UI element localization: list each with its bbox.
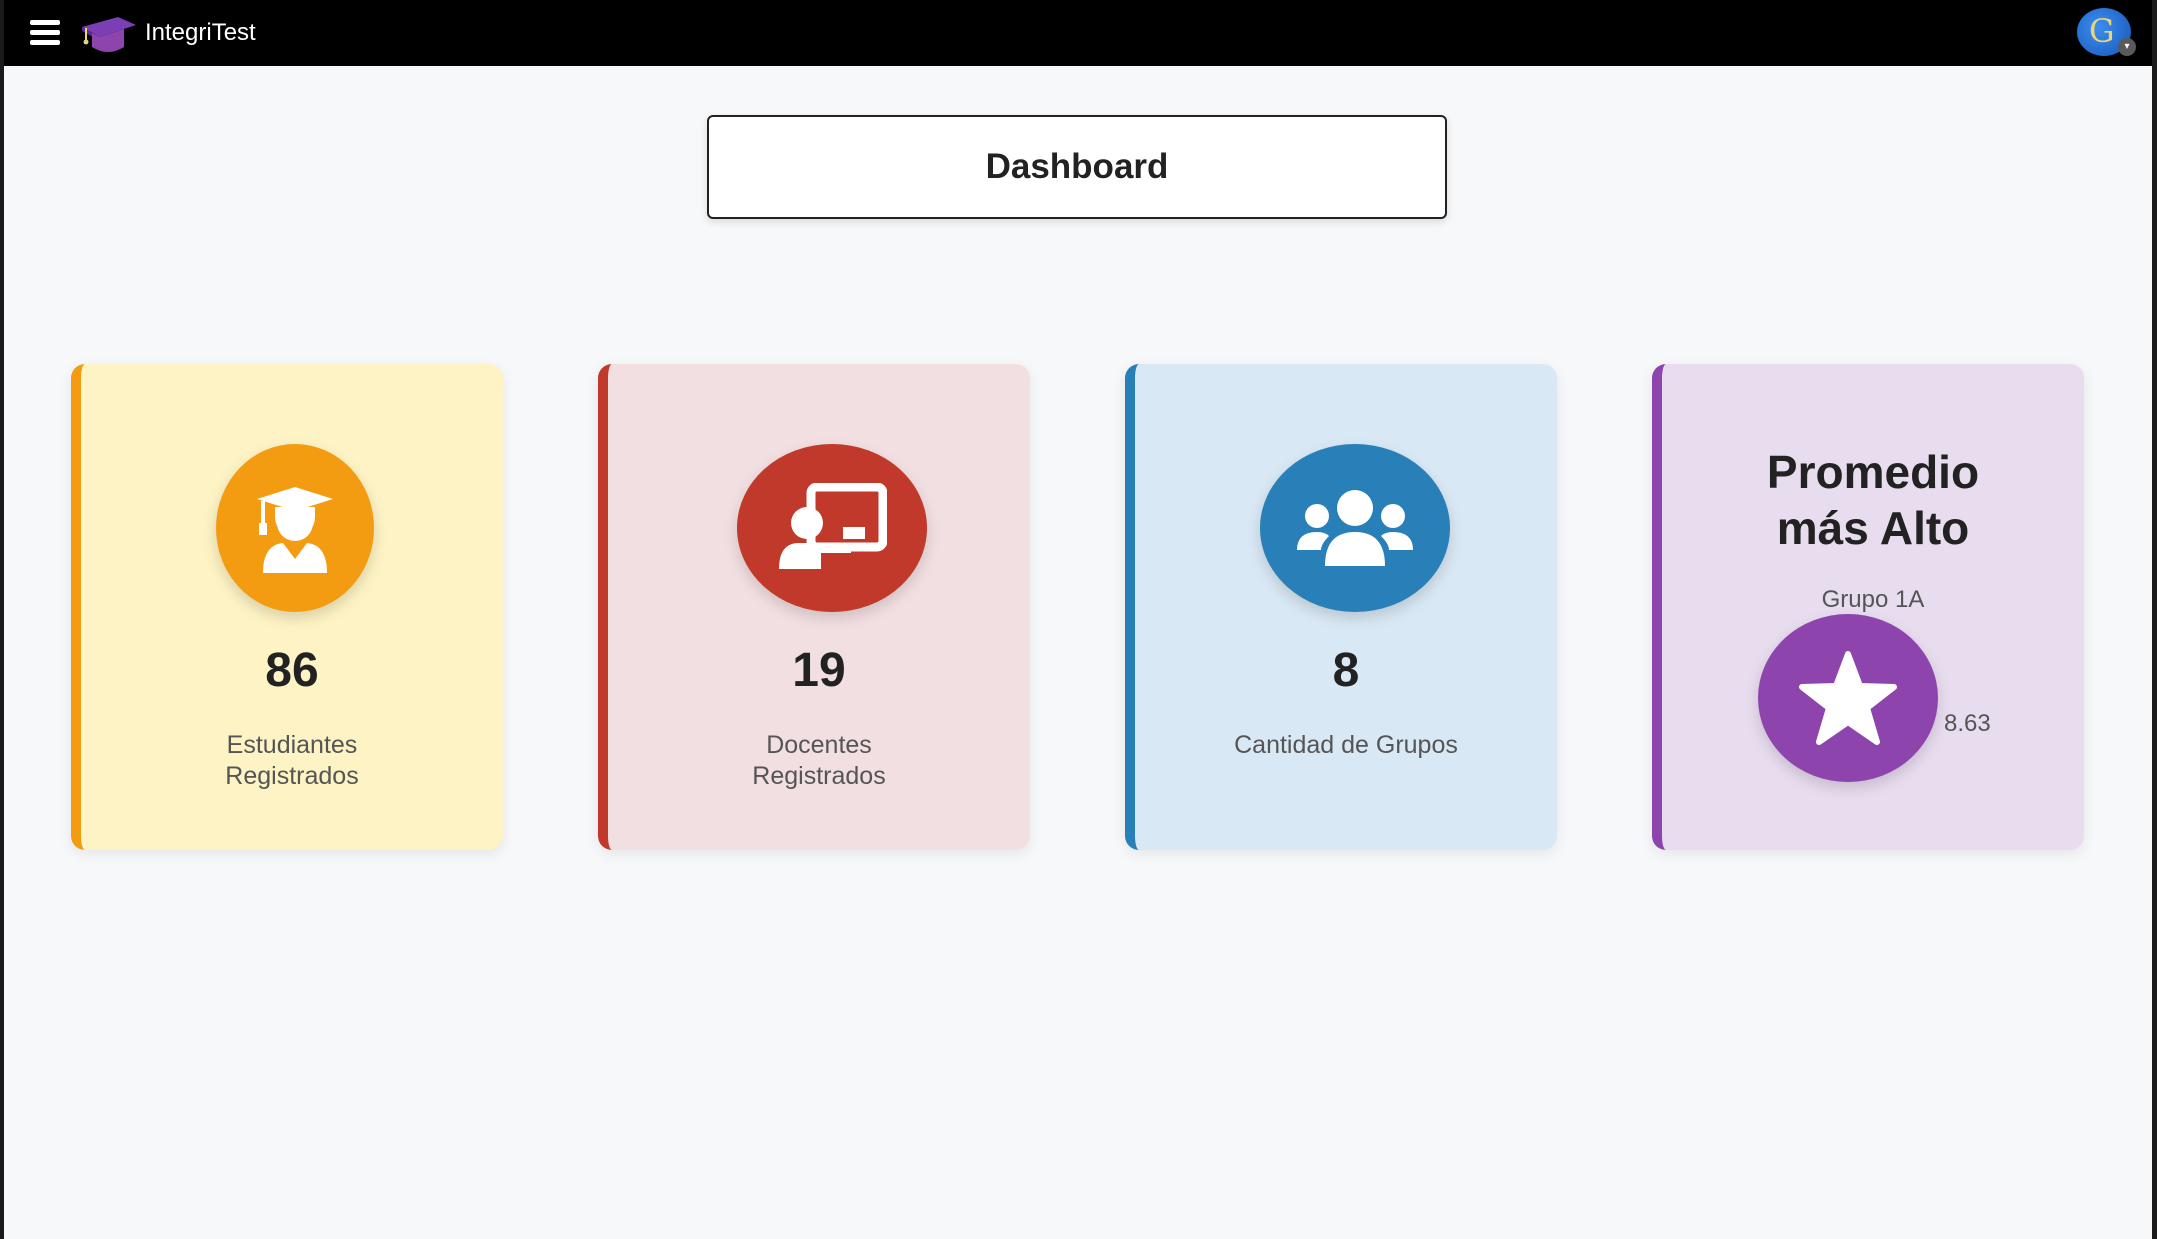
top-navbar: IntegriTest G ▾ [4,0,2152,66]
card-teachers: 19 Docentes Registrados [598,364,1030,850]
students-label-line1: Estudiantes [226,731,358,759]
graduate-icon [257,487,333,573]
card-groups: 8 Cantidad de Grupos [1125,364,1557,850]
teachers-label-line1: Docentes [766,731,872,759]
app-brand-name[interactable]: IntegriTest [145,19,256,47]
top-average-icon-circle [1758,614,1938,782]
avatar-letter: G [2089,12,2115,50]
page-title: Dashboard [985,147,1169,186]
students-label-line2: Registrados [225,762,359,790]
top-average-title: Promedio más Alto [1662,444,2084,556]
teachers-count: 19 [792,644,846,697]
teachers-label: Docentes Registrados [608,730,1030,792]
students-icon-circle [216,444,374,612]
teacher-board-icon [779,483,887,569]
graduation-cap-logo [82,17,136,52]
hamburger-menu-icon[interactable] [30,20,60,46]
students-count: 86 [265,644,319,697]
top-average-title-line1: Promedio [1766,446,1980,498]
star-icon [1799,651,1897,745]
top-average-group: Grupo 1A [1821,586,1925,613]
app-window: IntegriTest G ▾ Dashboard 86 Estudiantes… [4,0,2152,1239]
teachers-label-line2: Registrados [752,762,886,790]
users-group-icon [1297,490,1413,566]
card-top-average: Promedio más Alto Grupo 1A 8.63 [1652,364,2084,850]
chevron-down-icon[interactable]: ▾ [2118,38,2136,56]
teachers-icon-circle [737,444,927,612]
page-title-box: Dashboard [707,115,1447,219]
top-average-title-line2: más Alto [1776,502,1970,554]
students-label: Estudiantes Registrados [81,730,503,792]
top-average-score: 8.63 [1944,710,1991,737]
groups-icon-circle [1260,444,1450,612]
groups-label: Cantidad de Grupos [1234,731,1458,759]
groups-count: 8 [1332,644,1360,697]
card-students: 86 Estudiantes Registrados [71,364,503,850]
